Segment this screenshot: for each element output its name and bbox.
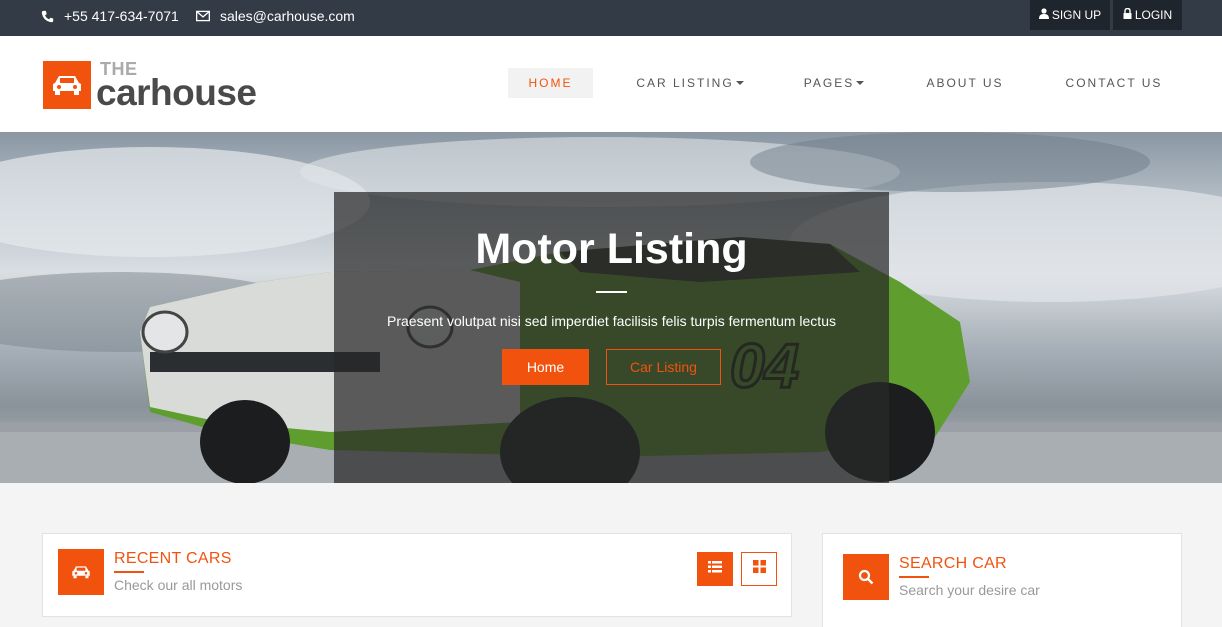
nav-contact-us[interactable]: CONTACT US xyxy=(1058,68,1170,98)
nav-about-us-label: ABOUT US xyxy=(926,76,1004,90)
nav-car-listing-label: CAR LISTING xyxy=(636,76,734,90)
search-car-subtitle: Search your desire car xyxy=(899,582,1040,598)
email-address: sales@carhouse.com xyxy=(220,8,355,24)
hero-car-listing-button[interactable]: Car Listing xyxy=(606,349,721,385)
phone-icon xyxy=(40,9,54,23)
site-header: THE carhouse HOME CAR LISTING PAGES ABOU… xyxy=(0,36,1222,132)
hero-banner: 04 Motor Listing Praesent volutpat nisi … xyxy=(0,132,1222,483)
grid-icon xyxy=(752,560,766,578)
nav-about-us[interactable]: ABOUT US xyxy=(920,68,1010,98)
nav-home[interactable]: HOME xyxy=(508,68,593,98)
login-label: LOGIN xyxy=(1134,8,1173,22)
sign-up-button[interactable]: SIGN UP xyxy=(1030,0,1110,30)
search-car-title: SEARCH CAR xyxy=(899,555,1007,572)
search-car-underline xyxy=(899,576,929,578)
car-icon xyxy=(58,549,104,595)
nav-pages[interactable]: PAGES xyxy=(798,68,870,98)
recent-cars-underline xyxy=(114,571,144,573)
top-bar: +55 417-634-7071 sales@carhouse.com SIGN… xyxy=(0,0,1222,36)
hero-divider xyxy=(596,291,627,293)
user-icon xyxy=(1038,8,1049,22)
hero-title: Motor Listing xyxy=(475,225,748,273)
recent-cars-subtitle: Check our all motors xyxy=(114,577,243,593)
email-contact[interactable]: sales@carhouse.com xyxy=(196,0,355,32)
hero-home-button[interactable]: Home xyxy=(502,349,589,385)
nav-home-label: HOME xyxy=(528,76,573,90)
search-icon xyxy=(843,554,889,600)
logo-car-icon[interactable] xyxy=(43,61,91,109)
hero-subtitle: Praesent volutpat nisi sed imperdiet fac… xyxy=(387,313,836,329)
phone-number: +55 417-634-7071 xyxy=(64,8,179,24)
lock-icon xyxy=(1123,7,1132,22)
caret-down-icon xyxy=(856,81,865,85)
nav-contact-us-label: CONTACT US xyxy=(1065,76,1163,90)
caret-down-icon xyxy=(735,81,744,85)
phone-contact[interactable]: +55 417-634-7071 xyxy=(40,0,179,32)
nav-car-listing[interactable]: CAR LISTING xyxy=(630,68,750,98)
nav-pages-label: PAGES xyxy=(803,76,855,90)
grid-view-button[interactable] xyxy=(741,552,777,586)
logo-name-text[interactable]: carhouse xyxy=(96,72,257,114)
envelope-icon xyxy=(196,9,210,23)
recent-cars-panel: RECENT CARS Check our all motors xyxy=(42,533,792,617)
search-car-panel: SEARCH CAR Search your desire car xyxy=(822,533,1182,627)
login-button[interactable]: LOGIN xyxy=(1113,0,1182,30)
recent-cars-title: RECENT CARS xyxy=(114,550,232,567)
list-view-button[interactable] xyxy=(697,552,733,586)
sign-up-label: SIGN UP xyxy=(1051,8,1102,22)
list-icon xyxy=(708,560,722,578)
